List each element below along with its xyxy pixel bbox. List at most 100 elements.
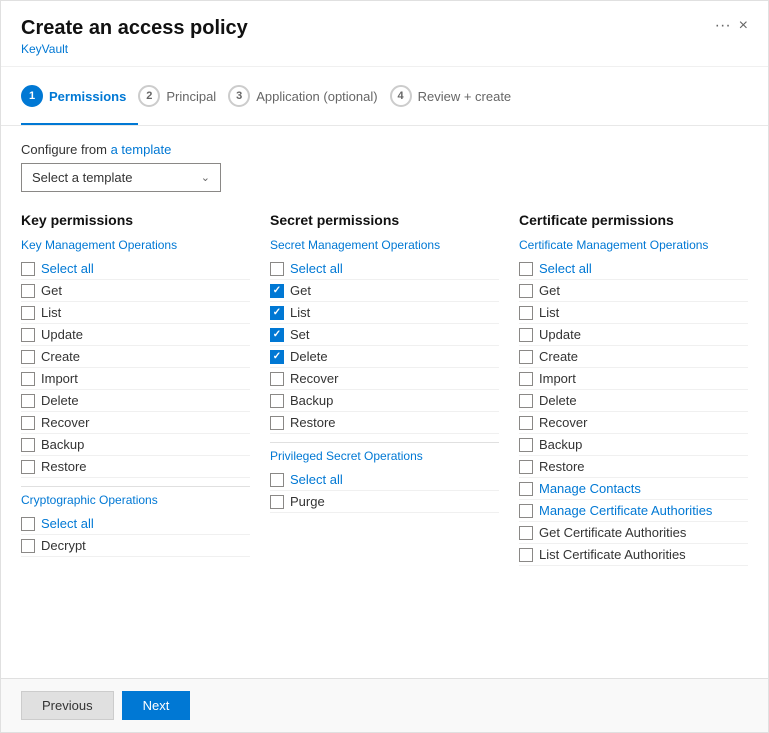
- permissions-grid: Key permissions Key Management Operation…: [21, 212, 748, 566]
- cert-get-cas-item: Get Certificate Authorities: [519, 522, 748, 544]
- certificate-permissions-column: Certificate permissions Certificate Mana…: [519, 212, 748, 566]
- secret-permissions-title: Secret permissions: [270, 212, 499, 228]
- cert-import-checkbox[interactable]: [519, 372, 533, 386]
- secret-set-label: Set: [290, 327, 310, 342]
- secret-recover-checkbox[interactable]: [270, 372, 284, 386]
- secret-recover-label: Recover: [290, 371, 338, 386]
- secret-permissions-column: Secret permissions Secret Management Ope…: [270, 212, 499, 566]
- close-icon[interactable]: ×: [739, 17, 748, 35]
- key-list-checkbox[interactable]: [21, 306, 35, 320]
- cert-delete-label: Delete: [539, 393, 577, 408]
- key-delete-checkbox[interactable]: [21, 394, 35, 408]
- step-principal[interactable]: 2 Principal: [138, 81, 228, 111]
- template-link[interactable]: a template: [111, 142, 172, 157]
- cert-list-cas-item: List Certificate Authorities: [519, 544, 748, 566]
- key-restore-checkbox[interactable]: [21, 460, 35, 474]
- key-recover-label: Recover: [41, 415, 89, 430]
- cert-restore-label: Restore: [539, 459, 585, 474]
- step-1-label: Permissions: [49, 89, 126, 104]
- more-icon[interactable]: ···: [715, 17, 731, 35]
- key-decrypt-item: Decrypt: [21, 535, 250, 557]
- key-list-item: List: [21, 302, 250, 324]
- key-import-item: Import: [21, 368, 250, 390]
- key-create-label: Create: [41, 349, 80, 364]
- key-permissions-title: Key permissions: [21, 212, 250, 228]
- key-get-checkbox[interactable]: [21, 284, 35, 298]
- panel-title-area: Create an access policy KeyVault: [21, 17, 248, 56]
- secret-purge-label: Purge: [290, 494, 325, 509]
- chevron-down-icon: ⌄: [201, 171, 210, 184]
- step-2-label: Principal: [166, 89, 216, 104]
- key-create-checkbox[interactable]: [21, 350, 35, 364]
- template-dropdown-text: Select a template: [32, 170, 132, 185]
- key-update-checkbox[interactable]: [21, 328, 35, 342]
- previous-button[interactable]: Previous: [21, 691, 114, 720]
- secret-select-all-checkbox[interactable]: [270, 262, 284, 276]
- key-restore-label: Restore: [41, 459, 87, 474]
- template-dropdown[interactable]: Select a template ⌄: [21, 163, 221, 192]
- cert-update-item: Update: [519, 324, 748, 346]
- key-mgmt-ops-title: Key Management Operations: [21, 238, 250, 252]
- panel-header-icons[interactable]: ··· ×: [715, 17, 748, 35]
- cert-manage-contacts-label: Manage Contacts: [539, 481, 641, 496]
- next-button[interactable]: Next: [122, 691, 191, 720]
- cert-select-all-checkbox[interactable]: [519, 262, 533, 276]
- cert-manage-cas-checkbox[interactable]: [519, 504, 533, 518]
- key-create-item: Create: [21, 346, 250, 368]
- key-select-all-checkbox[interactable]: [21, 262, 35, 276]
- key-crypto-select-all-checkbox[interactable]: [21, 517, 35, 531]
- secret-backup-item: Backup: [270, 390, 499, 412]
- secret-priv-select-all-checkbox[interactable]: [270, 473, 284, 487]
- cert-delete-item: Delete: [519, 390, 748, 412]
- cert-list-label: List: [539, 305, 559, 320]
- cert-delete-checkbox[interactable]: [519, 394, 533, 408]
- step-application[interactable]: 3 Application (optional): [228, 81, 389, 111]
- key-decrypt-checkbox[interactable]: [21, 539, 35, 553]
- key-backup-checkbox[interactable]: [21, 438, 35, 452]
- secret-get-checkbox[interactable]: [270, 284, 284, 298]
- panel-title: Create an access policy: [21, 17, 248, 40]
- cert-update-checkbox[interactable]: [519, 328, 533, 342]
- secret-delete-item: Delete: [270, 346, 499, 368]
- cert-manage-contacts-checkbox[interactable]: [519, 482, 533, 496]
- cert-get-cas-checkbox[interactable]: [519, 526, 533, 540]
- cert-get-item: Get: [519, 280, 748, 302]
- cert-import-item: Import: [519, 368, 748, 390]
- key-crypto-select-all-item: Select all: [21, 513, 250, 535]
- wizard-steps: 1 Permissions 2 Principal 3 Application …: [1, 67, 768, 126]
- key-recover-item: Recover: [21, 412, 250, 434]
- secret-set-checkbox[interactable]: [270, 328, 284, 342]
- cert-restore-checkbox[interactable]: [519, 460, 533, 474]
- secret-list-item: List: [270, 302, 499, 324]
- key-select-all-item: Select all: [21, 258, 250, 280]
- step-review[interactable]: 4 Review + create: [390, 81, 524, 111]
- cert-get-checkbox[interactable]: [519, 284, 533, 298]
- cert-recover-checkbox[interactable]: [519, 416, 533, 430]
- key-recover-checkbox[interactable]: [21, 416, 35, 430]
- cert-list-checkbox[interactable]: [519, 306, 533, 320]
- cert-backup-checkbox[interactable]: [519, 438, 533, 452]
- key-update-label: Update: [41, 327, 83, 342]
- key-import-checkbox[interactable]: [21, 372, 35, 386]
- secret-priv-select-all-label: Select all: [290, 472, 343, 487]
- cert-list-cas-checkbox[interactable]: [519, 548, 533, 562]
- cert-create-label: Create: [539, 349, 578, 364]
- secret-backup-checkbox[interactable]: [270, 394, 284, 408]
- key-list-label: List: [41, 305, 61, 320]
- secret-delete-checkbox[interactable]: [270, 350, 284, 364]
- cert-manage-contacts-item: Manage Contacts: [519, 478, 748, 500]
- cert-recover-label: Recover: [539, 415, 587, 430]
- cert-create-checkbox[interactable]: [519, 350, 533, 364]
- key-update-item: Update: [21, 324, 250, 346]
- cert-backup-item: Backup: [519, 434, 748, 456]
- secret-list-checkbox[interactable]: [270, 306, 284, 320]
- key-backup-label: Backup: [41, 437, 84, 452]
- footer: Previous Next: [1, 678, 768, 732]
- secret-purge-checkbox[interactable]: [270, 495, 284, 509]
- panel-subtitle: KeyVault: [21, 42, 248, 56]
- secret-restore-checkbox[interactable]: [270, 416, 284, 430]
- cert-recover-item: Recover: [519, 412, 748, 434]
- key-delete-label: Delete: [41, 393, 79, 408]
- step-permissions[interactable]: 1 Permissions: [21, 81, 138, 111]
- cert-select-all-item: Select all: [519, 258, 748, 280]
